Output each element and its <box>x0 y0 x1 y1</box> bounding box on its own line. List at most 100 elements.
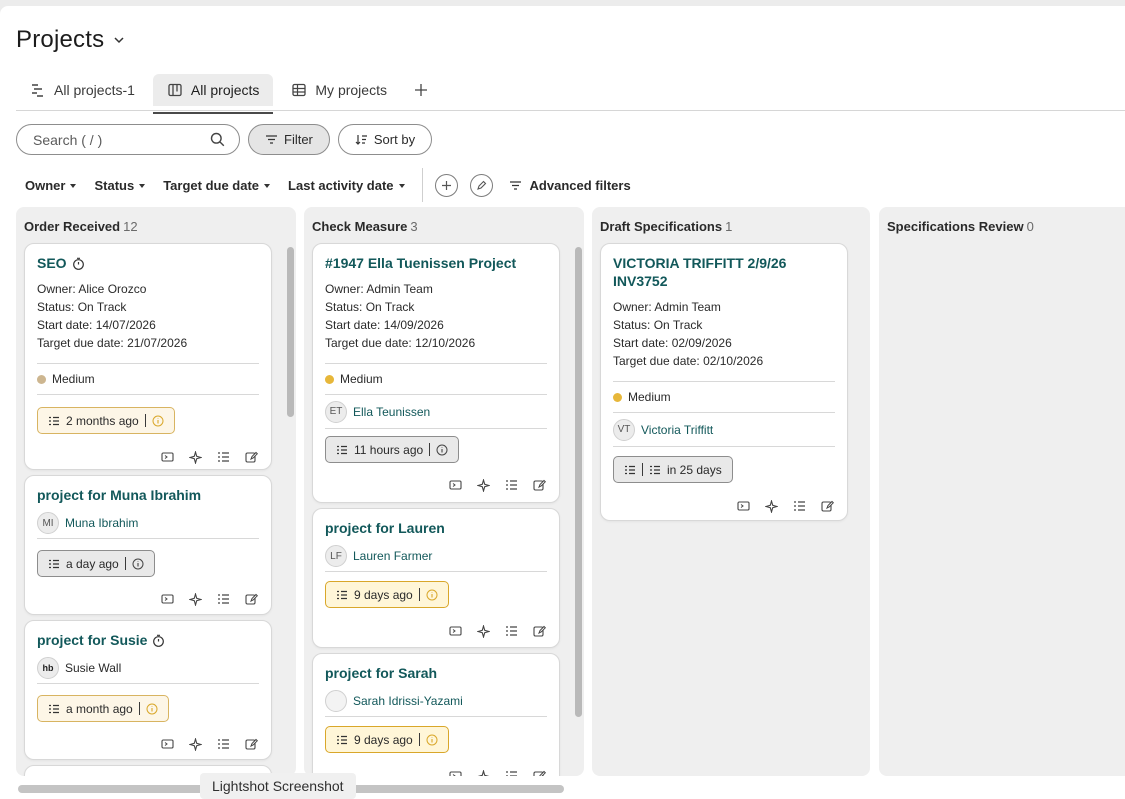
filter-label: Filter <box>284 132 313 147</box>
card-owner-person[interactable]: LF Lauren Farmer <box>313 541 559 571</box>
activity-chip[interactable]: 9 days ago <box>325 726 449 753</box>
filter-button[interactable]: Filter <box>248 124 330 155</box>
preview-icon[interactable] <box>447 768 463 776</box>
sparkle-icon[interactable] <box>763 498 779 514</box>
status-filter[interactable]: Status <box>85 178 154 193</box>
activity-chip[interactable]: 9 days ago <box>325 581 449 608</box>
task-list-icon[interactable] <box>791 498 807 514</box>
project-card[interactable]: project for Muna Ibrahim MI Muna Ibrahim… <box>24 475 272 615</box>
project-card[interactable]: project for Susie hb Susie Wall a month … <box>24 620 272 760</box>
note-edit-icon[interactable] <box>243 591 259 607</box>
last-activity-filter-label: Last activity date <box>288 177 394 193</box>
card-title-text: #1947 Ella Tuenissen Project <box>325 255 517 271</box>
card-owner: Owner: Alice Orozco <box>37 282 147 296</box>
card-actions <box>601 496 847 516</box>
chip-divider <box>124 557 126 570</box>
add-view-button[interactable] <box>405 74 437 106</box>
task-list-icon[interactable] <box>215 449 231 465</box>
preview-icon[interactable] <box>735 498 751 514</box>
sort-button[interactable]: Sort by <box>337 124 433 155</box>
activity-chip[interactable]: in 25 days <box>613 456 733 483</box>
target-due-filter[interactable]: Target due date <box>154 178 279 193</box>
note-edit-icon[interactable] <box>531 623 547 639</box>
card-title[interactable]: project for Sarah <box>313 654 559 682</box>
card-title-text: project for Susie <box>37 632 148 648</box>
project-card[interactable]: VICTORIA TRIFFITT 2/9/26 INV3752 Owner: … <box>600 243 848 521</box>
note-edit-icon[interactable] <box>819 498 835 514</box>
project-card[interactable]: SEO Owner: Alice Orozco Status: On Track… <box>24 243 272 470</box>
note-edit-icon[interactable] <box>243 449 259 465</box>
card-actions <box>25 734 271 754</box>
activity-chip[interactable]: 11 hours ago <box>325 436 460 463</box>
card-owner-person[interactable]: ET Ella Teunissen <box>313 395 559 428</box>
sparkle-icon[interactable] <box>475 477 491 493</box>
sparkle-icon[interactable] <box>187 591 203 607</box>
activity-chip[interactable]: a day ago <box>37 550 155 577</box>
search-input[interactable] <box>33 131 203 148</box>
plus-icon <box>441 180 451 190</box>
tab-label: All projects <box>190 82 260 98</box>
task-list-icon[interactable] <box>503 623 519 639</box>
column-scrollbar[interactable] <box>575 243 582 775</box>
chevron-down-icon[interactable] <box>114 35 124 45</box>
card-title[interactable]: project for Muna Ibrahim <box>25 476 271 504</box>
kanban-board: Order Received 12 SEO Owner: Alice Orozco… <box>16 207 1125 776</box>
tab-my-projects[interactable]: My projects <box>277 74 401 106</box>
sparkle-icon[interactable] <box>187 736 203 752</box>
owner-filter[interactable]: Owner <box>16 178 85 193</box>
sparkle-icon[interactable] <box>187 449 203 465</box>
card-title[interactable]: SEO <box>25 244 271 272</box>
add-filter-button[interactable] <box>434 173 458 197</box>
activity-chip[interactable]: 2 months ago <box>37 407 175 434</box>
taskbar-lightshot-label[interactable]: Lightshot Screenshot <box>200 773 356 799</box>
card-title[interactable]: VICTORIA TRIFFITT 2/9/26 INV3752 <box>601 244 821 290</box>
note-edit-icon[interactable] <box>243 736 259 752</box>
activity-chip[interactable]: a month ago <box>37 695 169 722</box>
card-meta: Owner: Admin Team Status: On Track Start… <box>601 290 847 381</box>
avatar: VT <box>613 418 635 441</box>
project-card[interactable]: project for Lauren LF Lauren Farmer 9 da… <box>312 508 560 648</box>
tab-all-projects-1[interactable]: All projects-1 <box>16 74 149 106</box>
search-box[interactable] <box>16 124 240 155</box>
task-list-icon[interactable] <box>503 768 519 776</box>
card-actions <box>25 589 271 609</box>
tab-label: All projects-1 <box>54 82 135 98</box>
page-title: Projects <box>16 26 105 53</box>
card-title[interactable]: #1947 Ella Tuenissen Project <box>313 244 559 272</box>
note-edit-icon[interactable] <box>531 477 547 493</box>
advanced-filters-button[interactable]: Advanced filters <box>509 178 631 193</box>
preview-icon[interactable] <box>447 477 463 493</box>
card-title[interactable]: project for Lauren <box>313 509 559 537</box>
last-activity-filter[interactable]: Last activity date <box>279 178 414 193</box>
card-owner-person[interactable]: VT Victoria Triffitt <box>601 413 847 446</box>
page-title-row[interactable]: Projects <box>16 26 124 54</box>
note-edit-icon[interactable] <box>531 768 547 776</box>
column-scrollbar[interactable] <box>287 243 294 775</box>
caret-down-icon <box>398 183 405 188</box>
priority-badge: Medium <box>313 364 559 394</box>
edit-filters-button[interactable] <box>469 173 493 197</box>
task-list-icon[interactable] <box>215 736 231 752</box>
card-owner-person[interactable]: Sarah Idrissi-Yazami <box>313 686 559 716</box>
info-icon <box>436 444 448 455</box>
card-owner-person[interactable]: MI Muna Ibrahim <box>25 508 271 538</box>
preview-icon[interactable] <box>447 623 463 639</box>
sparkle-icon[interactable] <box>475 623 491 639</box>
project-card[interactable]: #1947 Ella Tuenissen Project Owner: Admi… <box>312 243 560 503</box>
task-list-icon[interactable] <box>503 477 519 493</box>
task-list-icon[interactable] <box>215 591 231 607</box>
card-title[interactable]: project for Susie <box>25 621 271 649</box>
project-card[interactable]: project for Sarah Sarah Idrissi-Yazami 9… <box>312 653 560 776</box>
tab-all-projects[interactable]: All projects <box>152 74 274 114</box>
preview-icon[interactable] <box>159 591 175 607</box>
gantt-icon <box>32 84 43 97</box>
card-owner-person[interactable]: hb Susie Wall <box>25 653 271 683</box>
board-horizontal-scrollbar[interactable] <box>16 784 1125 794</box>
column-scroll-thumb[interactable] <box>287 247 294 417</box>
column-scroll-thumb[interactable] <box>575 247 582 717</box>
sparkle-icon[interactable] <box>475 768 491 776</box>
preview-icon[interactable] <box>159 449 175 465</box>
preview-icon[interactable] <box>159 736 175 752</box>
activity-time: in 25 days <box>667 462 722 477</box>
column-title: Specifications Review <box>887 219 1024 234</box>
